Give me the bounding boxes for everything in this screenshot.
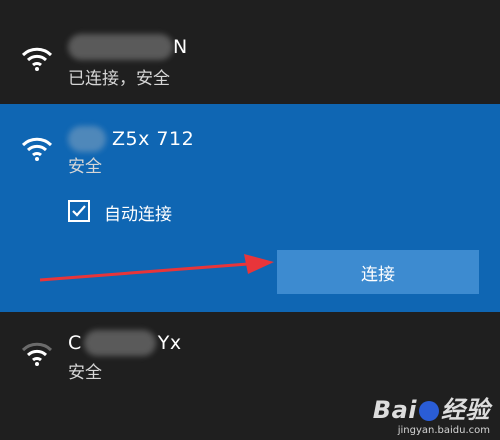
network-name: Z5x 712 [68,126,194,152]
network-name-prefix: C [68,332,82,354]
network-status: 安全 [68,157,102,177]
network-name-suffix: N [173,36,188,58]
baidu-jingyan-watermark: Bai 经验 jingyan.baidu.com [373,390,490,436]
network-name: N [68,34,188,60]
auto-connect-checkbox[interactable] [68,200,90,222]
checkmark-icon [72,205,86,217]
auto-connect-label: 自动连接 [104,205,172,225]
watermark-url: jingyan.baidu.com [397,425,490,436]
redacted-name-blur [68,34,173,60]
redacted-name-blur [83,330,156,356]
redacted-name-blur [68,126,106,152]
network-name: C Yx [68,330,182,356]
watermark-logo: Bai 经验 [373,390,490,425]
wifi-signal-icon [21,47,53,71]
network-name-suffix: Z5x 712 [112,128,195,150]
wifi-network-item-1[interactable]: N 已连接，安全 [0,0,500,104]
network-name-suffix: Yx [157,332,182,354]
connect-button[interactable]: 连接 [277,250,479,294]
wifi-signal-icon [21,137,53,161]
wifi-signal-icon [21,342,53,366]
network-status: 安全 [68,363,102,383]
paw-icon [419,401,439,421]
network-status: 已连接，安全 [68,69,170,89]
watermark-logo-right: 经验 [441,396,490,424]
red-arrow-annotation [39,254,274,282]
watermark-logo-left: Bai [372,396,417,424]
